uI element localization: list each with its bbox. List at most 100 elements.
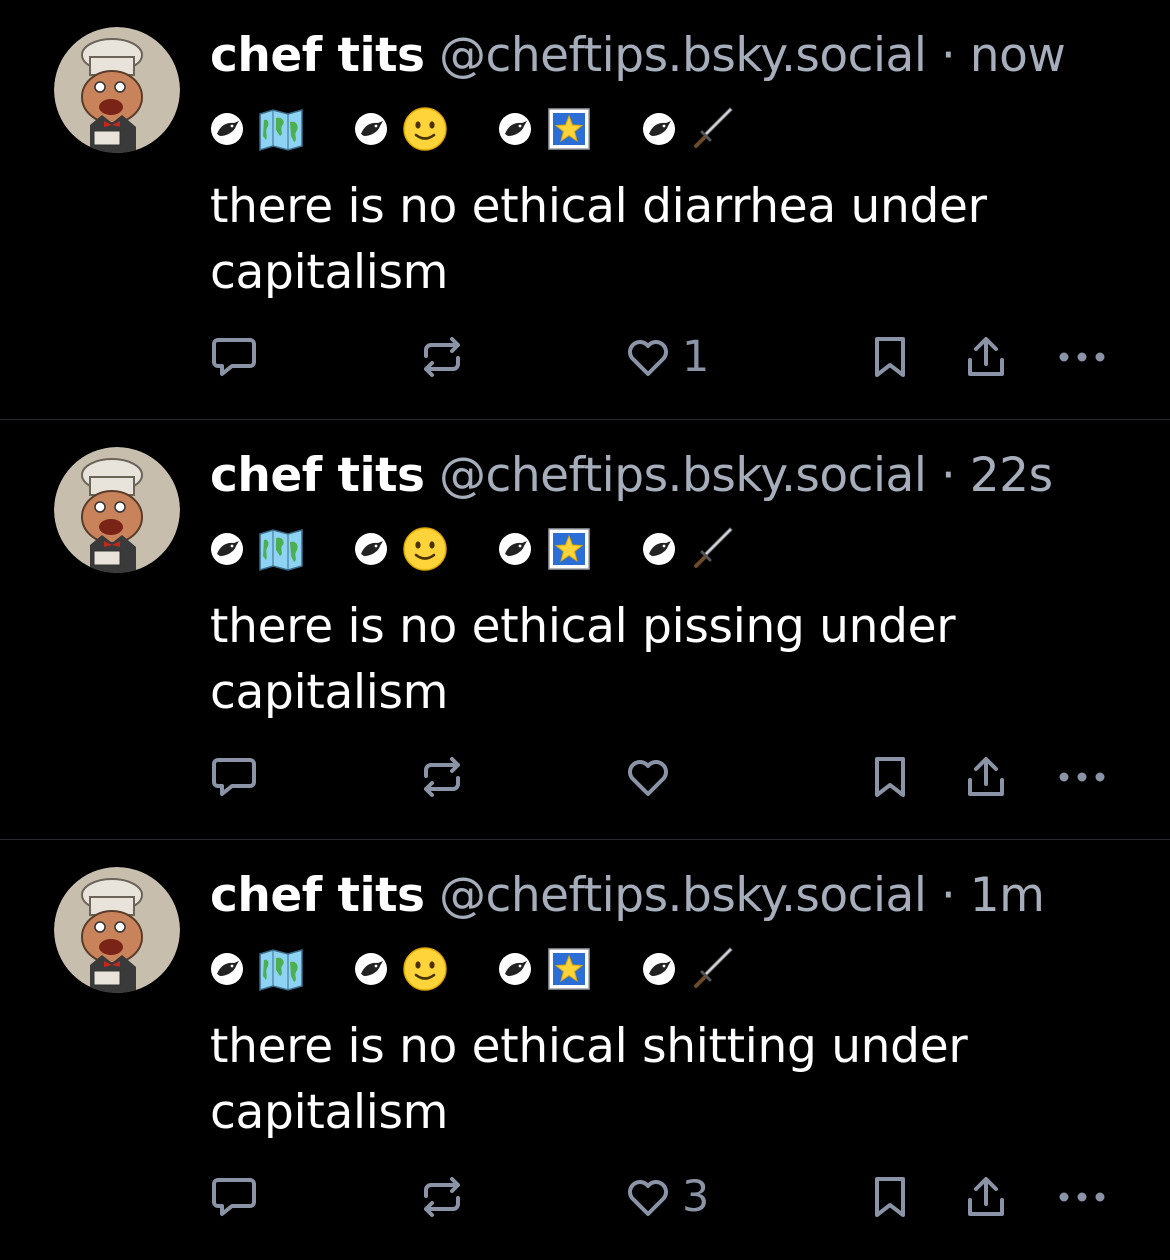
like-button[interactable]: 3 [624, 1174, 709, 1220]
post-timestamp[interactable]: now [970, 28, 1066, 83]
badge-smiley [354, 946, 448, 992]
post-header: chef tits @cheftips.bsky.social · now [210, 28, 1066, 84]
repost-button[interactable] [418, 1174, 466, 1220]
post-text: there is no ethical diarrhea under capit… [210, 179, 987, 300]
map-emoji-icon [259, 109, 303, 152]
post-header: chef tits @cheftips.bsky.social · 22s [210, 448, 1053, 504]
separator: · [940, 448, 956, 503]
smiley-emoji-icon [403, 947, 447, 991]
bird-icon [499, 953, 531, 985]
share-button[interactable] [964, 754, 1008, 800]
dagger-emoji-icon [694, 527, 733, 568]
post-actions: 3 [0, 1174, 1170, 1220]
handle[interactable]: @cheftips.bsky.social [439, 28, 927, 83]
handle[interactable]: @cheftips.bsky.social [439, 868, 927, 923]
like-count: 3 [682, 1172, 710, 1222]
display-name[interactable]: chef tits [210, 28, 425, 83]
badge-smiley [354, 526, 448, 572]
star-picture-emoji-icon [548, 528, 590, 570]
more-options-button[interactable] [1056, 754, 1108, 800]
post-actions [0, 754, 1170, 800]
dagger-emoji-icon [694, 947, 733, 988]
share-icon [968, 337, 1004, 376]
bookmark-icon [875, 1177, 905, 1217]
reply-icon [212, 1178, 256, 1216]
bird-icon [355, 533, 387, 565]
bird-icon [355, 953, 387, 985]
bird-icon [643, 953, 675, 985]
share-button[interactable] [964, 334, 1008, 380]
bird-icon [643, 533, 675, 565]
badge-star-picture [498, 526, 592, 572]
more-icon [1059, 352, 1105, 362]
post-item[interactable]: chef tits @cheftips.bsky.social · now th… [0, 0, 1170, 420]
heart-icon [628, 760, 668, 796]
display-name[interactable]: chef tits [210, 868, 425, 923]
reply-button[interactable] [210, 334, 258, 380]
avatar[interactable] [54, 27, 180, 153]
display-name[interactable]: chef tits [210, 448, 425, 503]
dagger-emoji-icon [694, 107, 733, 148]
repost-icon [424, 757, 460, 797]
share-icon [968, 1177, 1004, 1216]
badge-smiley [354, 106, 448, 152]
post-feed: chef tits @cheftips.bsky.social · now th… [0, 0, 1170, 1249]
bird-icon [355, 113, 387, 145]
smiley-emoji-icon [403, 527, 447, 571]
repost-button[interactable] [418, 334, 466, 380]
separator: · [940, 28, 956, 83]
badge-map [210, 106, 304, 152]
map-emoji-icon [259, 529, 303, 572]
avatar[interactable] [54, 447, 180, 573]
repost-icon [424, 1177, 460, 1217]
bird-icon [211, 953, 243, 985]
post-item[interactable]: chef tits @cheftips.bsky.social · 1m the… [0, 840, 1170, 1260]
bookmark-button[interactable] [868, 334, 912, 380]
repost-icon [424, 337, 460, 377]
avatar[interactable] [54, 867, 180, 993]
badge-dagger [642, 946, 736, 992]
profile-badges [210, 104, 736, 154]
reply-button[interactable] [210, 754, 258, 800]
reply-button[interactable] [210, 1174, 258, 1220]
bookmark-button[interactable] [868, 1174, 912, 1220]
repost-button[interactable] [418, 754, 466, 800]
post-timestamp[interactable]: 22s [970, 448, 1053, 503]
more-icon [1059, 1192, 1105, 1202]
badge-dagger [642, 106, 736, 152]
bird-icon [643, 113, 675, 145]
post-actions: 1 [0, 334, 1170, 380]
reply-icon [212, 758, 256, 796]
post-timestamp[interactable]: 1m [970, 868, 1045, 923]
badge-star-picture [498, 946, 592, 992]
star-picture-emoji-icon [548, 108, 590, 150]
more-options-button[interactable] [1056, 1174, 1108, 1220]
smiley-emoji-icon [403, 107, 447, 151]
bookmark-icon [875, 337, 905, 377]
star-picture-emoji-icon [548, 948, 590, 990]
separator: · [940, 868, 956, 923]
profile-badges [210, 524, 736, 574]
post-text: there is no ethical shitting under capit… [210, 1019, 968, 1140]
heart-icon [628, 1180, 668, 1216]
profile-badges [210, 944, 736, 994]
post-header: chef tits @cheftips.bsky.social · 1m [210, 868, 1045, 924]
badge-star-picture [498, 106, 592, 152]
post-item[interactable]: chef tits @cheftips.bsky.social · 22s th… [0, 420, 1170, 840]
share-button[interactable] [964, 1174, 1008, 1220]
map-emoji-icon [259, 949, 303, 992]
post-text: there is no ethical pissing under capita… [210, 599, 956, 720]
like-button[interactable] [624, 754, 682, 800]
like-button[interactable]: 1 [624, 334, 709, 380]
bird-icon [499, 533, 531, 565]
bird-icon [211, 533, 243, 565]
handle[interactable]: @cheftips.bsky.social [439, 448, 927, 503]
more-icon [1059, 772, 1105, 782]
bookmark-icon [875, 757, 905, 797]
heart-icon [628, 340, 668, 376]
badge-map [210, 526, 304, 572]
bird-icon [211, 113, 243, 145]
bookmark-button[interactable] [868, 754, 912, 800]
share-icon [968, 757, 1004, 796]
more-options-button[interactable] [1056, 334, 1108, 380]
